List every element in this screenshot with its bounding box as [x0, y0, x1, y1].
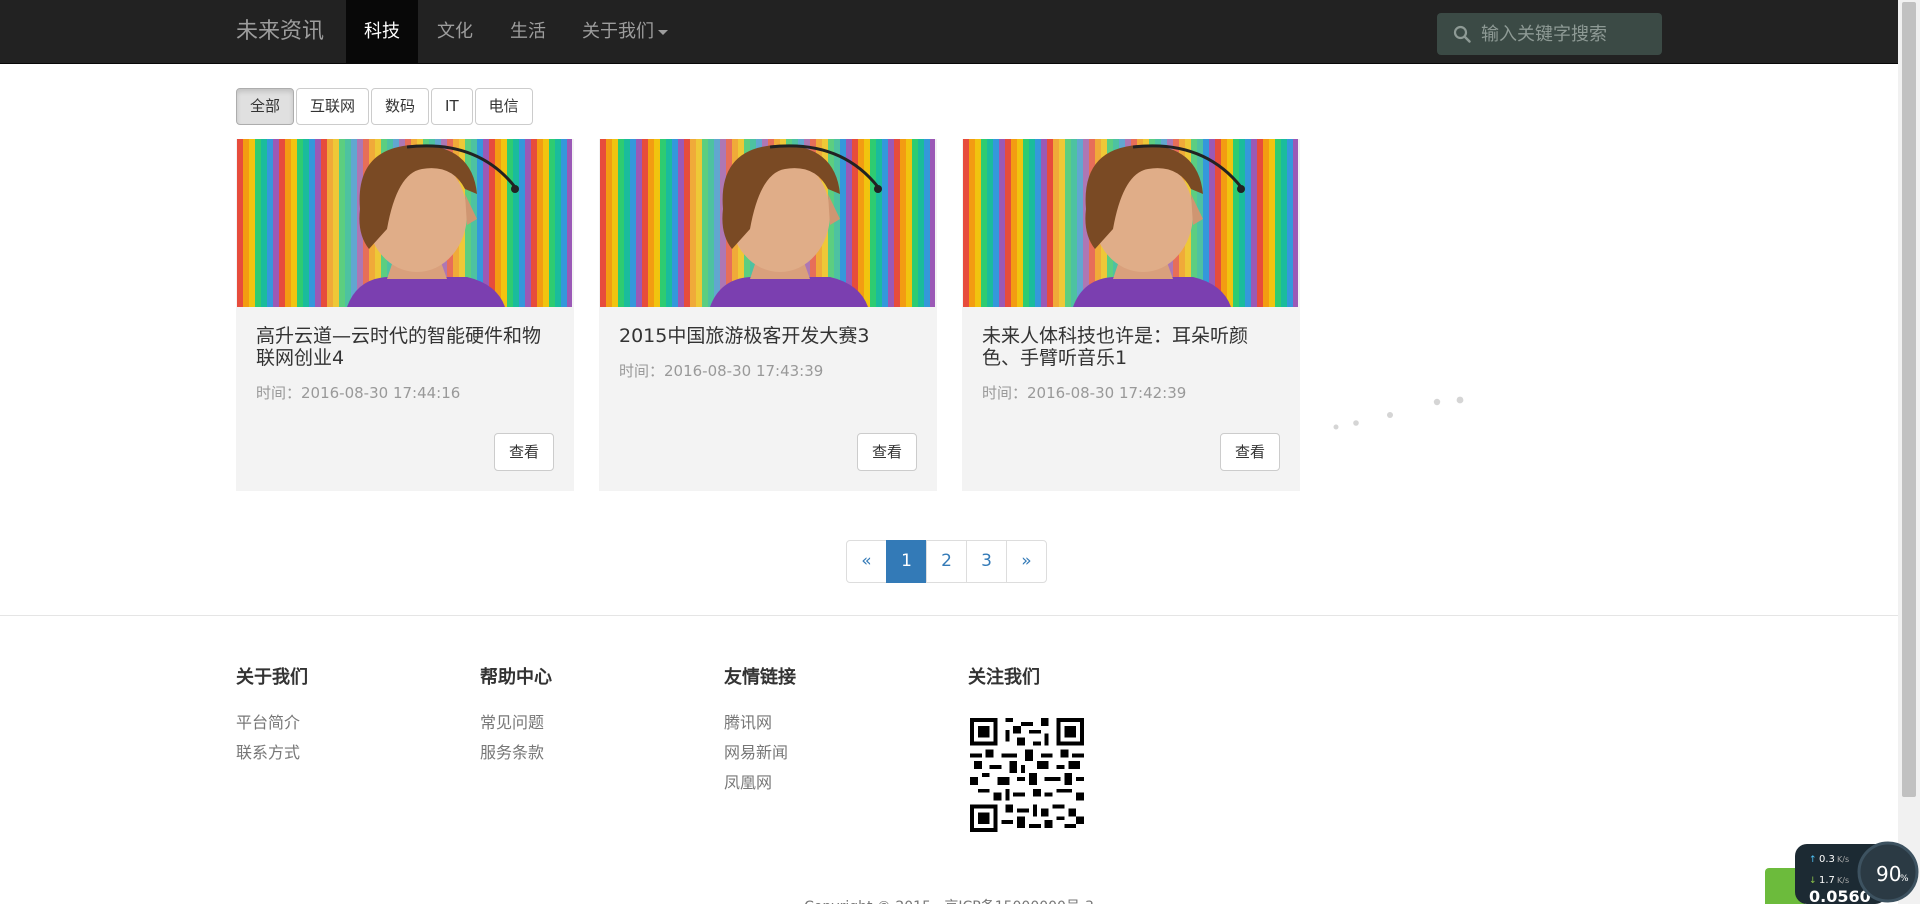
footer-link-tencent[interactable]: 腾讯网: [724, 708, 796, 738]
page-prev[interactable]: «: [846, 540, 887, 583]
news-card-title[interactable]: 2015中国旅游极客开发大赛3: [619, 325, 919, 347]
page-1[interactable]: 1: [886, 540, 927, 583]
widget-value: 0.0560: [1809, 887, 1871, 904]
filter-digital[interactable]: 数码: [371, 88, 430, 125]
network-speed-widget[interactable]: ↑ 0.3 K/s ↓ 1.7 K/s 0.0560 90 %: [1795, 840, 1920, 904]
caret-down-icon: [658, 29, 668, 35]
news-card-title[interactable]: 高升云道—云时代的智能硬件和物联网创业4: [256, 325, 556, 369]
view-button[interactable]: 查看: [1219, 433, 1280, 471]
svg-text:↑: ↑: [1809, 855, 1817, 865]
category-filter-group: 全部 互联网 数码 IT 电信: [236, 88, 535, 126]
news-card-time: 时间：2016-08-30 17:44:16: [256, 384, 461, 402]
download-speed: 1.7: [1819, 875, 1835, 886]
svg-text:K/s: K/s: [1837, 876, 1849, 885]
top-navbar: 未来资讯 科技 文化 生活 关于我们: [0, 0, 1898, 64]
cpu-percent: 90: [1876, 862, 1901, 886]
filter-telecom[interactable]: 电信: [474, 88, 533, 125]
footer-help: 帮助中心 常见问题 服务条款: [480, 664, 552, 768]
footer-link-netease[interactable]: 网易新闻: [724, 738, 796, 768]
search-input[interactable]: [1481, 13, 1656, 55]
news-card-time: 时间：2016-08-30 17:43:39: [619, 362, 824, 380]
footer-heading: 关于我们: [236, 667, 308, 688]
footer-link-faq[interactable]: 常见问题: [480, 708, 552, 738]
footer-link-intro[interactable]: 平台简介: [236, 708, 308, 738]
filter-internet[interactable]: 互联网: [296, 88, 370, 125]
footer-heading: 关注我们: [968, 667, 1040, 688]
upload-speed: 0.3: [1819, 854, 1835, 865]
news-card: 2015中国旅游极客开发大赛3 时间：2016-08-30 17:43:39 查…: [599, 139, 937, 491]
view-button[interactable]: 查看: [856, 433, 917, 471]
filter-it[interactable]: IT: [431, 88, 473, 125]
svg-text:↓: ↓: [1809, 876, 1817, 886]
news-card: 高升云道—云时代的智能硬件和物联网创业4 时间：2016-08-30 17:44…: [236, 139, 574, 491]
footer-friends: 友情链接 腾讯网 网易新闻 凤凰网: [724, 664, 796, 798]
nav-item-life[interactable]: 生活: [492, 0, 564, 64]
nav-item-about-dropdown[interactable]: 关于我们: [564, 0, 686, 64]
footer-link-contact[interactable]: 联系方式: [236, 738, 308, 768]
news-card-image[interactable]: [237, 139, 572, 307]
scrollbar-thumb[interactable]: [1902, 2, 1916, 797]
news-card-time: 时间：2016-08-30 17:42:39: [982, 384, 1187, 402]
footer-about: 关于我们 平台简介 联系方式: [236, 664, 308, 768]
qr-code-icon: [970, 718, 1084, 832]
pagination: « 1 2 3 »: [846, 540, 1047, 583]
nav-item-culture[interactable]: 文化: [419, 0, 491, 64]
page-2[interactable]: 2: [926, 540, 967, 583]
filter-all[interactable]: 全部: [236, 88, 295, 125]
brand-logo[interactable]: 未来资讯: [236, 0, 324, 64]
svg-text:%: %: [1900, 874, 1909, 884]
view-button[interactable]: 查看: [493, 433, 554, 471]
news-card-title[interactable]: 未来人体科技也许是：耳朵听颜色、手臂听音乐1: [982, 325, 1282, 369]
page-scrollbar[interactable]: [1898, 0, 1920, 904]
svg-text:K/s: K/s: [1837, 855, 1849, 864]
footer-link-ifeng[interactable]: 凤凰网: [724, 768, 796, 798]
footer-follow: 关注我们: [968, 664, 1040, 708]
search-box[interactable]: [1437, 13, 1662, 55]
copyright-text: Copyright © 2015 · 京ICP备15000000号-3: [0, 896, 1898, 904]
page-3[interactable]: 3: [966, 540, 1007, 583]
loading-dots-icon: [1333, 396, 1464, 430]
footer-link-terms[interactable]: 服务条款: [480, 738, 552, 768]
news-card: 未来人体科技也许是：耳朵听颜色、手臂听音乐1 时间：2016-08-30 17:…: [962, 139, 1300, 491]
page-next[interactable]: »: [1006, 540, 1047, 583]
nav-item-about-label: 关于我们: [582, 21, 654, 42]
search-icon: [1453, 25, 1471, 43]
news-card-image[interactable]: [600, 139, 935, 307]
footer-heading: 友情链接: [724, 667, 796, 688]
footer-divider: [0, 615, 1898, 616]
news-card-image[interactable]: [963, 139, 1298, 307]
footer-heading: 帮助中心: [480, 667, 552, 688]
nav-item-tech[interactable]: 科技: [346, 0, 418, 64]
